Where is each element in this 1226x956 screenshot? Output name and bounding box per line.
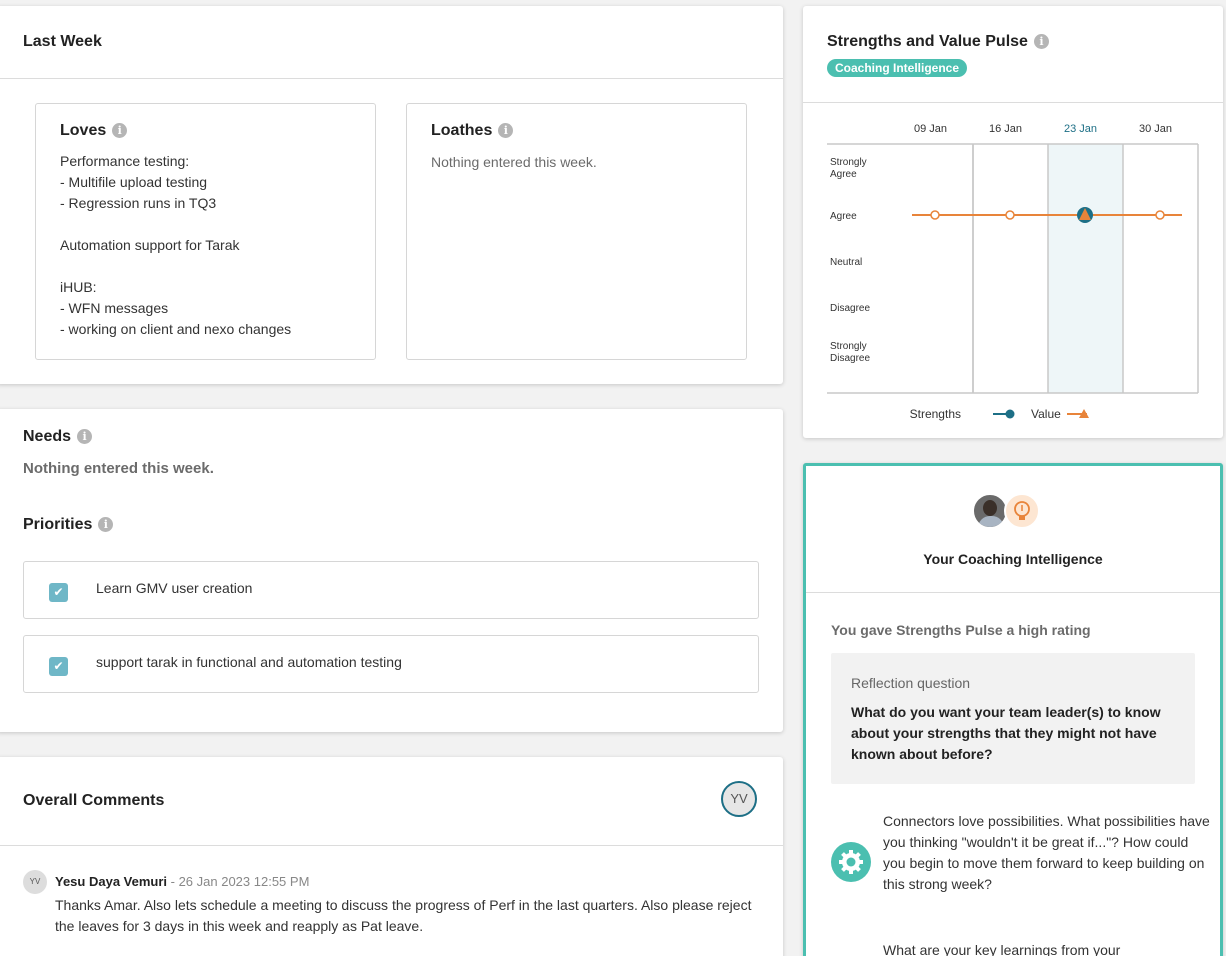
needs-priorities-card: Needs i Nothing entered this week. Priori… bbox=[0, 409, 783, 732]
coaching-intelligence-badge: Coaching Intelligence bbox=[827, 59, 968, 77]
reflection-box: Reflection question What do you want you… bbox=[831, 653, 1195, 784]
last-week-divider bbox=[0, 78, 783, 79]
coaching-title: Your Coaching Intelligence bbox=[923, 551, 1103, 567]
last-week-card: Last Week Loves i Performance testing: - … bbox=[0, 6, 783, 384]
pulse-chart: 09 Jan 16 Jan 23 Jan 30 Jan Strongly Agree Agr… bbox=[827, 123, 1199, 421]
info-icon[interactable]: i bbox=[498, 123, 514, 139]
overall-comments-title: Overall Comments bbox=[23, 792, 165, 809]
info-icon[interactable]: i bbox=[77, 429, 93, 445]
lightbulb-icon bbox=[1004, 493, 1040, 529]
value-point bbox=[930, 210, 940, 220]
loves-header: Loves i bbox=[60, 122, 128, 140]
y-tick-label: Neutral bbox=[830, 257, 862, 268]
value-point bbox=[1155, 210, 1165, 220]
loves-title: Loves bbox=[60, 122, 107, 139]
info-icon[interactable]: i bbox=[1033, 34, 1049, 50]
coaching-intelligence-card: Your Coaching Intelligence You gave Stre… bbox=[803, 463, 1223, 956]
priority-label: support tarak in functional and automati… bbox=[96, 654, 402, 670]
rating-text: You gave Strengths Pulse a high rating bbox=[831, 622, 1091, 638]
y-tick-label: Agree bbox=[830, 211, 857, 222]
comment-text: Thanks Amar. Also lets schedule a meetin… bbox=[55, 897, 752, 934]
legend-strengths-marker bbox=[1005, 409, 1015, 419]
coach-avatar bbox=[972, 493, 1008, 529]
y-tick-label: Strongly Agree bbox=[830, 157, 867, 180]
highlight-column bbox=[1048, 144, 1123, 393]
pulse-card: Strengths and Value Pulse i Coaching Inte… bbox=[803, 6, 1223, 438]
priority-item: ✔ support tarak in functional and automa… bbox=[23, 635, 759, 693]
comment-avatar: YV bbox=[23, 870, 47, 894]
priorities-title: Priorities bbox=[23, 516, 93, 533]
loves-box: Loves i Performance testing: - Multifile … bbox=[35, 103, 376, 360]
gear-icon bbox=[831, 842, 871, 882]
comment-author: Yesu Daya Vemuri bbox=[55, 874, 168, 889]
x-tick-label: 30 Jan bbox=[1139, 123, 1172, 135]
avatar[interactable]: YV bbox=[721, 781, 757, 817]
loathes-title: Loathes bbox=[431, 122, 493, 139]
comment-separator: - bbox=[167, 874, 179, 889]
reflection-question: What do you want your team leader(s) to … bbox=[851, 704, 1161, 762]
tip-text-2: What are your key learnings from your bbox=[883, 942, 1121, 956]
priority-label: Learn GMV user creation bbox=[96, 580, 253, 596]
checkbox-checked[interactable]: ✔ bbox=[49, 583, 68, 602]
comment-avatar-initials: YV bbox=[29, 877, 41, 886]
checkbox-checked[interactable]: ✔ bbox=[49, 657, 68, 676]
loathes-header: Loathes i bbox=[431, 122, 514, 140]
info-icon[interactable]: i bbox=[112, 123, 128, 139]
y-tick-label: Disagree bbox=[830, 303, 870, 314]
y-tick-label: Strongly Disagree bbox=[830, 341, 870, 364]
needs-header: Needs i bbox=[23, 428, 93, 446]
needs-title: Needs bbox=[23, 428, 72, 445]
needs-text: Nothing entered this week. bbox=[23, 460, 214, 477]
legend-strengths-label: Strengths bbox=[910, 407, 961, 421]
comment-timestamp: 26 Jan 2023 12:55 PM bbox=[178, 874, 310, 889]
info-icon[interactable]: i bbox=[98, 517, 114, 533]
tip-text: Connectors love possibilities. What poss… bbox=[883, 813, 1210, 892]
loves-text: Performance testing: - Multifile upload … bbox=[60, 153, 292, 337]
x-tick-label: 23 Jan bbox=[1064, 123, 1097, 135]
loathes-box: Loathes i Nothing entered this week. bbox=[406, 103, 747, 360]
legend-value-label: Value bbox=[1031, 407, 1061, 421]
pulse-badge-wrap: Coaching Intelligence bbox=[827, 59, 968, 77]
pulse-header: Strengths and Value Pulse i bbox=[827, 33, 1049, 51]
priority-item: ✔ Learn GMV user creation bbox=[23, 561, 759, 619]
avatar-initials: YV bbox=[730, 791, 748, 806]
comment-meta: Yesu Daya Vemuri - 26 Jan 2023 12:55 PM bbox=[55, 874, 309, 889]
coaching-divider bbox=[806, 592, 1220, 593]
comments-divider bbox=[0, 845, 783, 846]
last-week-title: Last Week bbox=[23, 33, 102, 50]
pulse-title: Strengths and Value Pulse bbox=[827, 33, 1028, 50]
reflection-label: Reflection question bbox=[851, 675, 971, 691]
overall-comments-card: Overall Comments YV YV Yesu Daya Vemuri … bbox=[0, 757, 783, 956]
value-point bbox=[1005, 210, 1015, 220]
priorities-header: Priorities i bbox=[23, 516, 114, 534]
loathes-text: Nothing entered this week. bbox=[431, 154, 597, 170]
x-tick-label: 16 Jan bbox=[989, 123, 1022, 135]
x-tick-label: 09 Jan bbox=[914, 123, 947, 135]
